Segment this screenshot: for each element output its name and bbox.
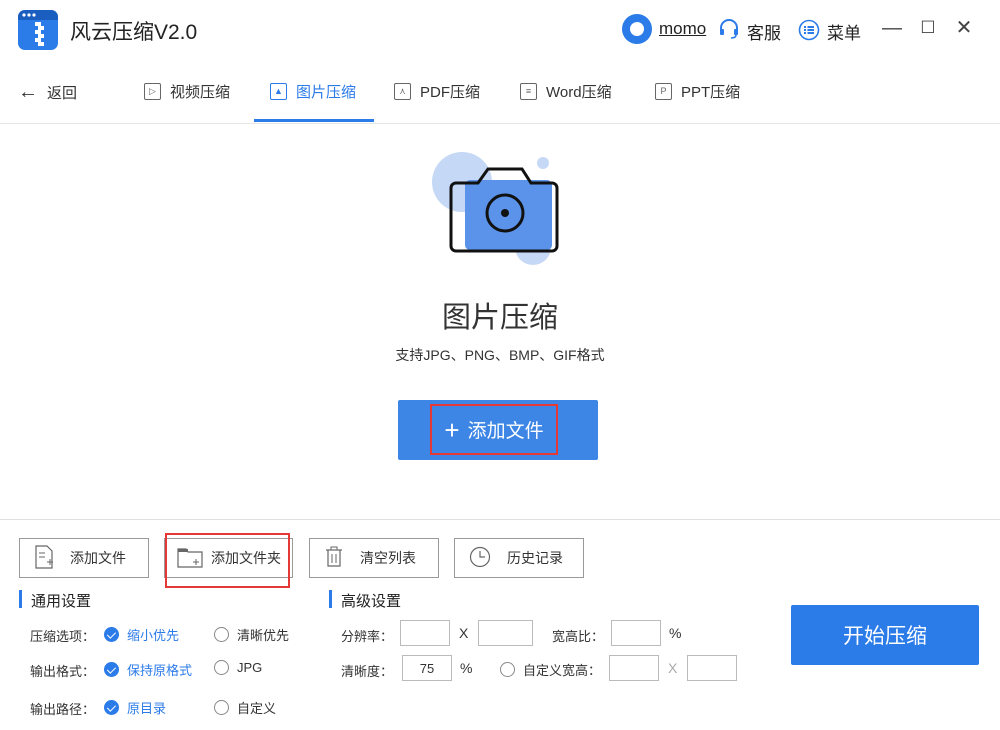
compress-option-smaller[interactable]: 缩小优先 [104, 625, 179, 644]
aspect-ratio-unit: % [669, 625, 682, 641]
tab-bar: ← 返回 ▷ 视频压缩 ▲ 图片压缩 ⋏ PDF压缩 ≡ Word压缩 P PP… [0, 62, 1000, 124]
option-label: 保持原格式 [127, 663, 193, 678]
add-file-button[interactable]: 添加文件 [19, 538, 149, 578]
advanced-settings-title: 高级设置 [329, 590, 401, 611]
radio-unchecked-icon [214, 627, 229, 642]
clarity-label: 清晰度： [341, 664, 394, 679]
history-label: 历史记录 [507, 550, 563, 566]
radio-unchecked-icon [214, 700, 229, 715]
title-bar: 风云压缩V2.0 momo 客服 菜单 — ☐ ✕ [0, 0, 1000, 60]
tab-word[interactable]: ≡ Word压缩 [520, 76, 612, 106]
format-option-keep[interactable]: 保持原格式 [104, 660, 192, 679]
menu-icon[interactable] [798, 19, 820, 41]
custom-size-toggle[interactable]: 自定义宽高： [500, 660, 601, 679]
app-logo [18, 10, 58, 50]
add-file-label: 添加文件 [70, 550, 126, 566]
radio-unchecked-icon [214, 660, 229, 675]
tab-ppt[interactable]: P PPT压缩 [655, 76, 740, 106]
tab-image[interactable]: ▲ 图片压缩 [270, 76, 356, 106]
active-tab-indicator [254, 119, 374, 122]
close-button[interactable]: ✕ [952, 16, 976, 40]
clarity-input[interactable] [402, 655, 452, 681]
aspect-ratio-label: 宽高比： [552, 629, 605, 644]
supported-formats-text: 支持JPG、PNG、BMP、GIF格式 [395, 347, 605, 363]
tab-video[interactable]: ▷ 视频压缩 [144, 76, 230, 106]
start-compress-button[interactable]: 开始压缩 [791, 605, 979, 665]
arrow-left-icon: ← [18, 81, 38, 103]
radio-checked-icon [104, 627, 119, 642]
minimize-button[interactable]: — [880, 16, 904, 40]
output-path-label: 输出路径： [30, 702, 96, 717]
clock-icon [469, 546, 491, 571]
history-button[interactable]: 历史记录 [454, 538, 584, 578]
clarity-unit: % [460, 660, 473, 676]
custom-x-label: X [668, 660, 678, 676]
option-label: 自定义 [237, 701, 277, 716]
option-label: JPG [237, 660, 263, 675]
ppt-icon: P [655, 82, 672, 100]
tab-ppt-label: PPT压缩 [681, 83, 741, 101]
resolution-x-label: X [459, 625, 469, 641]
pdf-icon: ⋏ [394, 82, 411, 100]
customer-service-link[interactable]: 客服 [747, 19, 781, 44]
highlight-box: + 添加文件 [430, 404, 558, 455]
resolution-height-input[interactable] [478, 620, 533, 646]
image-icon: ▲ [270, 82, 287, 100]
plus-icon: + [444, 414, 460, 445]
custom-width-input[interactable] [609, 655, 659, 681]
app-title: 风云压缩V2.0 [70, 21, 198, 44]
clear-list-label: 清空列表 [360, 550, 416, 566]
compress-option-clearer[interactable]: 清晰优先 [214, 625, 289, 644]
tab-video-label: 视频压缩 [170, 83, 231, 101]
add-file-primary-label: 添加文件 [467, 421, 544, 442]
add-folder-highlight-box [165, 533, 290, 588]
output-format-label: 输出格式： [30, 664, 96, 679]
option-label: 缩小优先 [127, 628, 180, 643]
back-button[interactable]: ← 返回 [18, 80, 77, 104]
hero-title: 图片压缩 [441, 302, 558, 334]
general-settings-title: 通用设置 [19, 590, 91, 611]
option-label: 清晰优先 [237, 628, 290, 643]
tab-word-label: Word压缩 [546, 83, 612, 101]
tab-pdf-label: PDF压缩 [420, 83, 481, 101]
user-name-link[interactable]: momo [659, 19, 706, 39]
resolution-label: 分辨率： [341, 629, 394, 644]
format-option-jpg[interactable]: JPG [214, 660, 262, 675]
resolution-width-input[interactable] [400, 620, 450, 646]
aspect-ratio-input[interactable] [611, 620, 661, 646]
clear-list-button[interactable]: 清空列表 [309, 538, 439, 578]
word-icon: ≡ [520, 82, 537, 100]
radio-checked-icon [104, 662, 119, 677]
trash-icon [324, 546, 344, 571]
headset-icon[interactable] [718, 18, 740, 40]
section-divider [0, 519, 1000, 520]
file-add-icon [34, 544, 54, 572]
compress-option-label: 压缩选项： [30, 629, 96, 644]
radio-checked-icon [104, 700, 119, 715]
custom-height-input[interactable] [687, 655, 737, 681]
tab-image-label: 图片压缩 [296, 83, 357, 101]
radio-unchecked-icon [500, 662, 515, 677]
tab-pdf[interactable]: ⋏ PDF压缩 [394, 76, 480, 106]
video-icon: ▷ [144, 82, 161, 100]
add-file-primary-button[interactable]: + 添加文件 [398, 400, 598, 460]
path-option-custom[interactable]: 自定义 [214, 698, 276, 717]
custom-size-label: 自定义宽高： [523, 663, 602, 678]
option-label: 原目录 [127, 701, 167, 716]
camera-illustration-icon [425, 150, 575, 270]
path-option-original[interactable]: 原目录 [104, 698, 166, 717]
menu-label[interactable]: 菜单 [827, 19, 861, 44]
maximize-button[interactable]: ☐ [916, 16, 940, 40]
user-avatar-icon[interactable] [622, 14, 652, 44]
back-label: 返回 [47, 84, 78, 102]
